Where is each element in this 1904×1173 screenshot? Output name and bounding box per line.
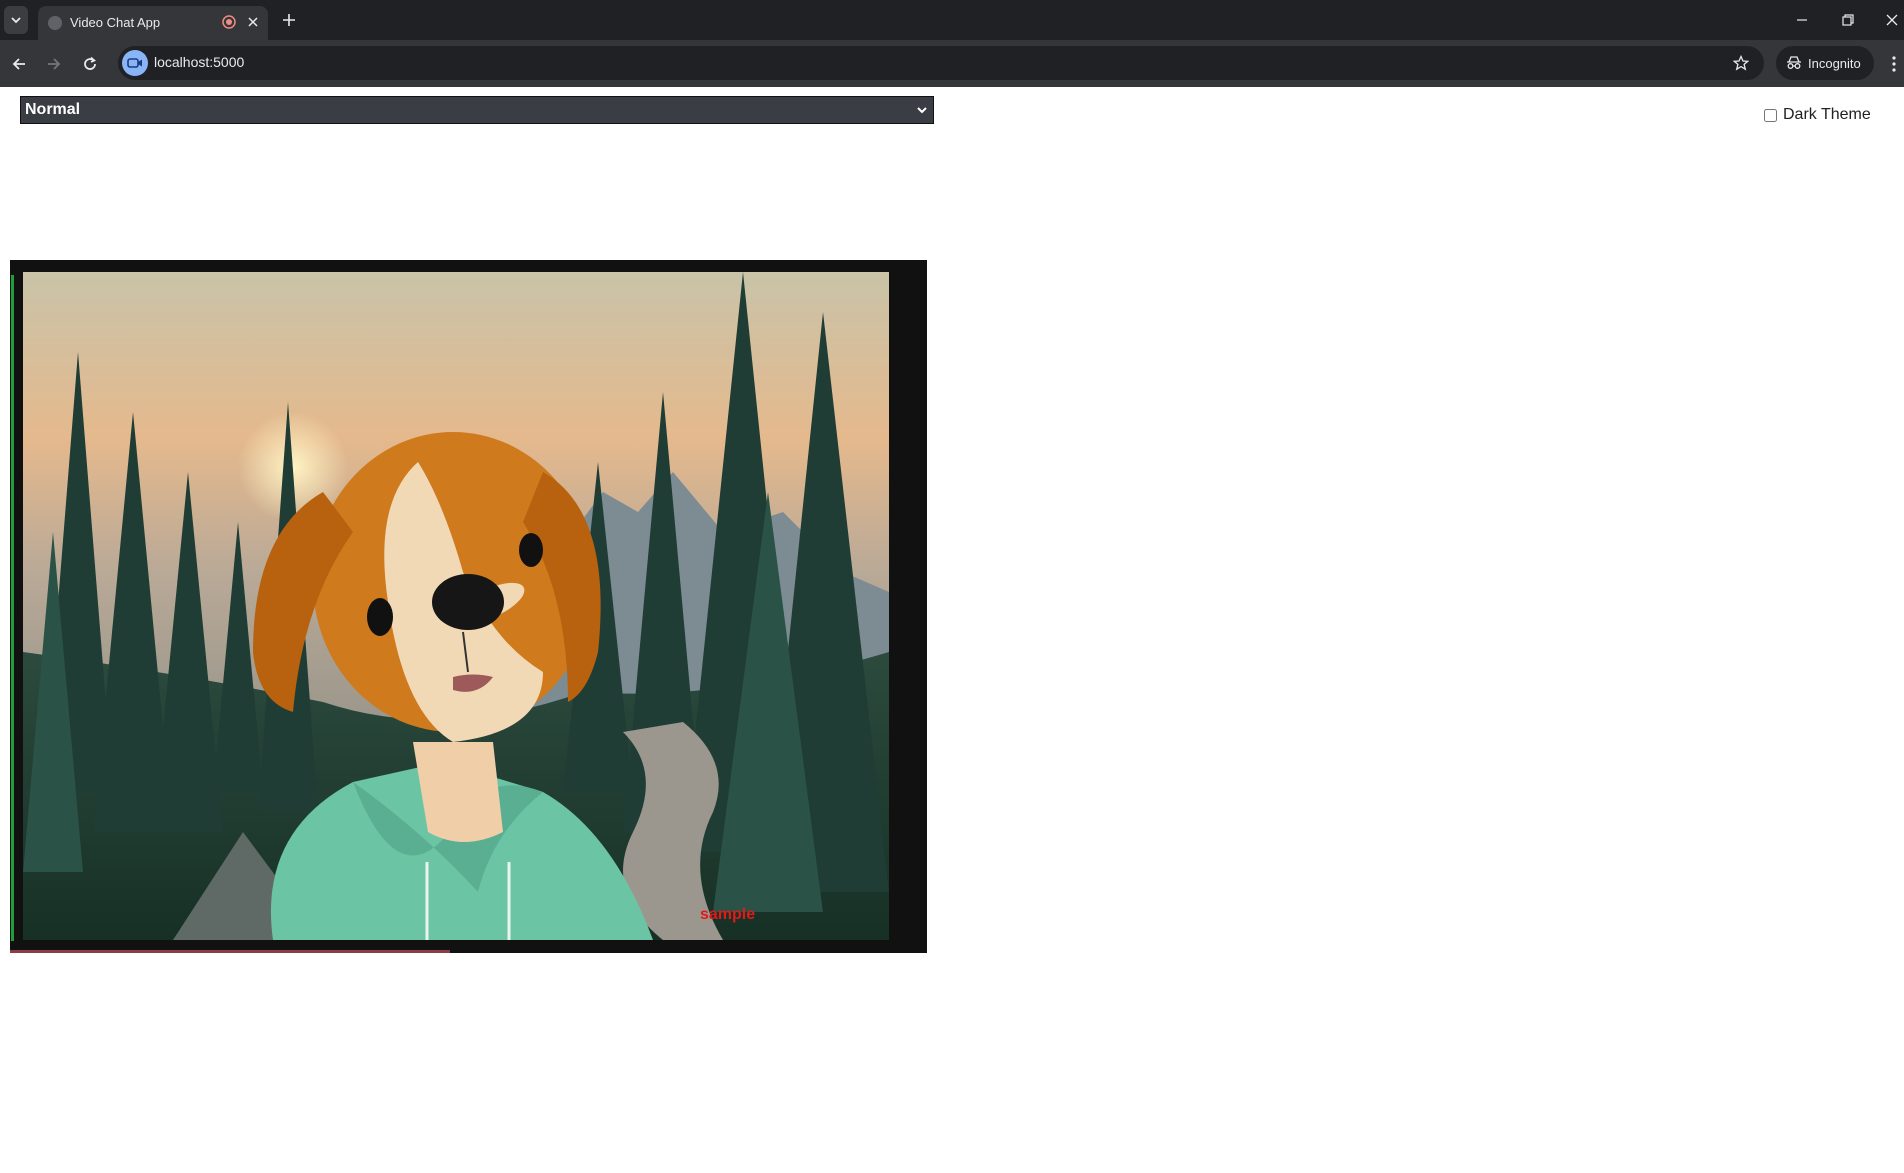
star-icon bbox=[1733, 55, 1749, 71]
arrow-right-icon bbox=[48, 58, 61, 70]
dark-theme-checkbox[interactable] bbox=[1764, 108, 1777, 122]
globe-icon bbox=[48, 16, 62, 30]
dark-theme-label: Dark Theme bbox=[1783, 106, 1871, 123]
video-border-accent bbox=[11, 275, 14, 941]
forward-button[interactable] bbox=[40, 50, 68, 78]
browser-menu-button[interactable] bbox=[1884, 50, 1904, 78]
incognito-indicator[interactable]: Incognito bbox=[1776, 46, 1874, 80]
recording-icon bbox=[222, 15, 236, 29]
incognito-icon bbox=[1787, 56, 1801, 69]
browser-tab[interactable]: Video Chat App bbox=[38, 6, 268, 40]
reload-button[interactable] bbox=[76, 50, 104, 78]
incognito-label: Incognito bbox=[1808, 55, 1861, 71]
video-progress-bar bbox=[10, 950, 450, 953]
plus-icon bbox=[283, 14, 295, 26]
kebab-menu-icon bbox=[1892, 56, 1896, 72]
filter-select-value: Normal bbox=[25, 101, 81, 118]
tab-search-button[interactable] bbox=[4, 6, 28, 34]
back-button[interactable] bbox=[5, 50, 33, 78]
restore-button[interactable] bbox=[1836, 8, 1860, 32]
close-tab-button[interactable] bbox=[244, 13, 262, 31]
video-camera-icon bbox=[127, 58, 142, 68]
close-icon bbox=[248, 17, 258, 27]
minimize-button[interactable] bbox=[1790, 8, 1814, 32]
arrow-left-icon bbox=[12, 58, 25, 70]
reload-icon bbox=[84, 56, 96, 70]
tab-title: Video Chat App bbox=[70, 15, 161, 30]
site-info-button[interactable] bbox=[122, 50, 148, 76]
address-bar[interactable]: localhost:5000 bbox=[118, 46, 1764, 80]
bookmark-button[interactable] bbox=[1730, 52, 1752, 74]
close-window-button[interactable] bbox=[1880, 8, 1904, 32]
browser-tab-bar: Video Chat App bbox=[0, 0, 1904, 40]
video-stream bbox=[23, 272, 889, 940]
filter-select[interactable]: Normal bbox=[20, 96, 934, 124]
chevron-down-icon bbox=[917, 107, 927, 114]
close-icon bbox=[1886, 14, 1898, 26]
video-watermark: sample bbox=[700, 906, 756, 923]
restore-icon bbox=[1842, 14, 1854, 26]
new-tab-button[interactable] bbox=[278, 9, 300, 31]
browser-toolbar: localhost:5000 Incognito bbox=[0, 40, 1904, 87]
dark-theme-toggle[interactable]: Dark Theme bbox=[1764, 106, 1871, 124]
minimize-icon bbox=[1797, 19, 1807, 21]
url-text: localhost:5000 bbox=[154, 54, 245, 70]
chevron-down-icon bbox=[11, 17, 21, 24]
